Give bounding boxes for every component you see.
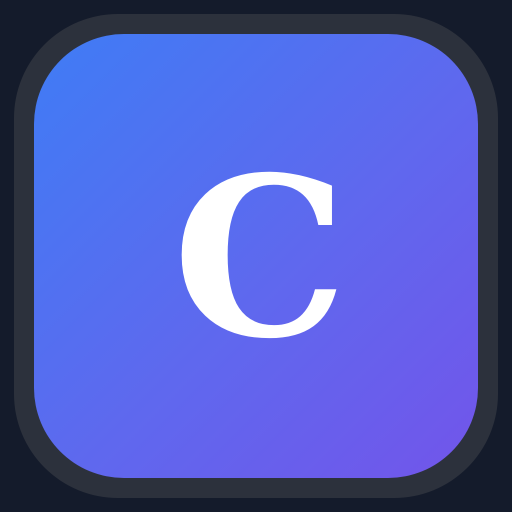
app-icon-canvas: C [0, 0, 512, 512]
app-icon-tile[interactable]: C [34, 34, 478, 478]
app-letter-icon: C [172, 128, 348, 387]
app-icon-frame[interactable]: C [14, 14, 498, 498]
